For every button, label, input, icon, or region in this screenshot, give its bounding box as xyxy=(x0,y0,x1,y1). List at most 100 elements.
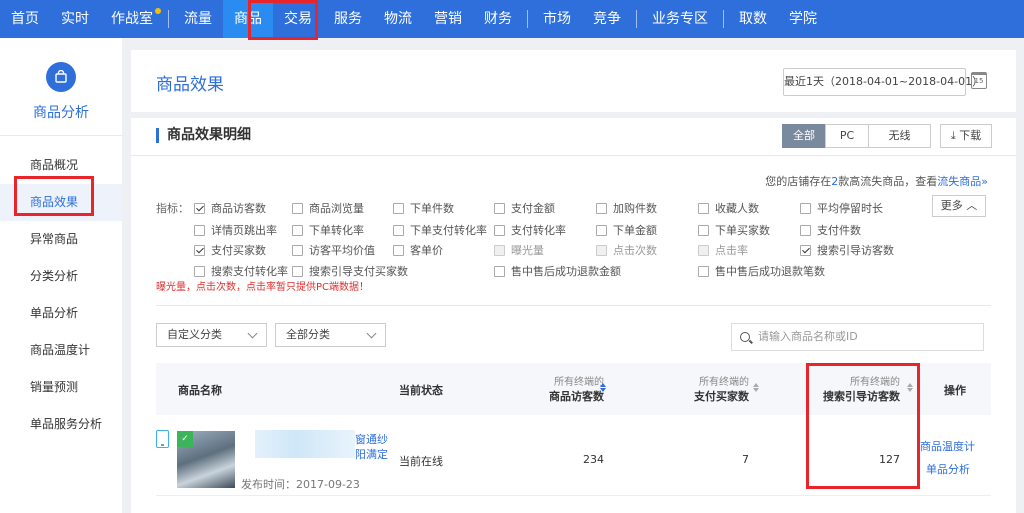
more-button[interactable]: 更多 ︿ xyxy=(932,195,986,217)
nav-item-business-zone[interactable]: 业务专区 xyxy=(641,0,719,38)
single-analysis-link[interactable]: 单品分析 xyxy=(926,461,970,477)
notice-middle: 款高流失商品，查看 xyxy=(838,175,938,188)
product-title-link[interactable]: 窗通纱 xyxy=(355,431,388,447)
nav-item-realtime[interactable]: 实时 xyxy=(50,0,100,38)
metric-checkbox[interactable]: 商品浏览量 xyxy=(292,200,364,216)
nav-divider xyxy=(723,10,724,28)
visitors-cell: 234 xyxy=(583,453,604,466)
metric-checkbox[interactable]: 售中售后成功退款笔数 xyxy=(698,263,825,279)
metric-checkbox[interactable]: 下单支付转化率 xyxy=(393,222,487,238)
custom-category-select[interactable]: 自定义分类 xyxy=(156,323,267,347)
sidebar-item-forecast[interactable]: 销量预测 xyxy=(0,369,122,406)
header-search-visitors[interactable]: 所有终端的 搜索引导访客数 xyxy=(823,373,900,404)
metric-checkbox[interactable]: 搜索引导支付买家数 xyxy=(292,263,408,279)
metric-checkbox[interactable]: 售中售后成功退款金额 xyxy=(494,263,621,279)
header-sub: 所有终端的 xyxy=(554,377,604,388)
thermometer-link[interactable]: 商品温度计 xyxy=(920,438,975,454)
product-search-input[interactable]: 请输入商品名称或ID xyxy=(731,323,984,351)
metric-label: 商品浏览量 xyxy=(309,202,364,215)
product-title-link[interactable]: 阳满定 xyxy=(355,446,388,462)
sort-icon[interactable] xyxy=(600,383,606,392)
sidebar-item-category[interactable]: 分类分析 xyxy=(0,258,122,295)
checkbox-icon xyxy=(393,202,404,214)
tab-wireless[interactable]: 无线 xyxy=(868,124,931,148)
metric-checkbox[interactable]: 下单件数 xyxy=(393,200,454,216)
nav-item-academy[interactable]: 学院 xyxy=(778,0,828,38)
checkbox-icon xyxy=(194,265,205,277)
checkbox-icon xyxy=(194,224,205,236)
nav-item-trade[interactable]: 交易 xyxy=(273,0,323,38)
nav-item-products[interactable]: 商品 xyxy=(223,0,273,38)
nav-divider xyxy=(168,10,169,28)
metric-checkbox[interactable]: 详情页跳出率 xyxy=(194,222,277,238)
sidebar-item-service[interactable]: 单品服务分析 xyxy=(0,406,122,443)
checkbox-icon xyxy=(494,265,505,277)
nav-item-label: 作战室 xyxy=(111,11,153,27)
mobile-icon xyxy=(156,430,169,448)
header-visitors[interactable]: 所有终端的 商品访客数 xyxy=(549,373,604,404)
nav-item-home[interactable]: 首页 xyxy=(0,0,50,38)
nav-item-service[interactable]: 服务 xyxy=(323,0,373,38)
checkbox-checked-icon xyxy=(194,244,205,256)
metric-label: 支付买家数 xyxy=(211,244,266,257)
metric-checkbox[interactable]: 搜索支付转化率 xyxy=(194,263,288,279)
metric-checkbox[interactable]: 支付金额 xyxy=(494,200,555,216)
header-buyers[interactable]: 所有终端的 支付买家数 xyxy=(694,373,749,404)
sidebar-item-overview[interactable]: 商品概况 xyxy=(0,147,122,184)
checkbox-icon xyxy=(393,224,404,236)
header-product-name: 商品名称 xyxy=(178,384,222,397)
sort-icon[interactable] xyxy=(907,383,913,392)
metric-checkbox[interactable]: 搜索引导访客数 xyxy=(800,242,894,258)
metric-checkbox[interactable]: 支付买家数 xyxy=(194,242,266,258)
checkbox-icon xyxy=(596,244,607,256)
metric-checkbox[interactable]: 访客平均价值 xyxy=(292,242,375,258)
sidebar-item-abnormal[interactable]: 异常商品 xyxy=(0,221,122,258)
sidebar-item-effect[interactable]: 商品效果 xyxy=(0,184,122,221)
status-cell: 当前在线 xyxy=(399,455,443,468)
sidebar-item-thermometer[interactable]: 商品温度计 xyxy=(0,332,122,369)
metric-label: 客单价 xyxy=(410,244,443,257)
metric-label: 售中售后成功退款笔数 xyxy=(715,265,825,278)
more-label: 更多 xyxy=(940,199,963,212)
all-category-select[interactable]: 全部分类 xyxy=(275,323,386,347)
tab-pc[interactable]: PC xyxy=(825,124,869,148)
checkbox-checked-icon xyxy=(800,244,811,256)
sort-icon[interactable] xyxy=(753,383,759,392)
download-button[interactable]: ⤓ 下载 xyxy=(940,124,992,148)
checkbox-icon xyxy=(698,244,709,256)
metrics-warning: 曝光量，点击次数，点击率暂只提供PC端数据！ xyxy=(156,282,370,293)
nav-item-logistics[interactable]: 物流 xyxy=(373,0,423,38)
nav-item-market[interactable]: 市场 xyxy=(532,0,582,38)
metric-checkbox[interactable]: 下单金额 xyxy=(596,222,657,238)
metric-checkbox[interactable]: 收藏人数 xyxy=(698,200,759,216)
calendar-icon[interactable]: 15 xyxy=(971,72,987,89)
metric-checkbox[interactable]: 商品访客数 xyxy=(194,200,266,216)
date-range-button[interactable]: 最近1天（2018-04-01~2018-04-01） xyxy=(783,68,983,96)
nav-item-data-fetch[interactable]: 取数 xyxy=(728,0,778,38)
blurred-title xyxy=(255,430,355,458)
nav-item-marketing[interactable]: 营销 xyxy=(423,0,473,38)
metric-checkbox[interactable]: 下单转化率 xyxy=(292,222,364,238)
divider xyxy=(156,305,991,306)
notification-dot-icon xyxy=(155,8,161,14)
metric-label: 访客平均价值 xyxy=(309,244,375,257)
nav-item-finance[interactable]: 财务 xyxy=(473,0,523,38)
sidebar-item-single[interactable]: 单品分析 xyxy=(0,295,122,332)
header-sub: 所有终端的 xyxy=(850,377,900,388)
lost-products-link[interactable]: 流失商品» xyxy=(937,175,988,188)
table-row: ✓ 窗通纱 阳满定 发布时间：2017-09-23 当前在线 234 7 127… xyxy=(156,416,991,496)
nav-item-traffic[interactable]: 流量 xyxy=(173,0,223,38)
metric-checkbox[interactable]: 平均停留时长 xyxy=(800,200,883,216)
metric-checkbox[interactable]: 支付转化率 xyxy=(494,222,566,238)
tab-all[interactable]: 全部 xyxy=(782,124,826,148)
metric-label: 支付件数 xyxy=(817,224,861,237)
nav-item-competition[interactable]: 竞争 xyxy=(582,0,632,38)
metric-checkbox[interactable]: 支付件数 xyxy=(800,222,861,238)
metric-label: 详情页跳出率 xyxy=(211,224,277,237)
metric-checkbox[interactable]: 加购件数 xyxy=(596,200,657,216)
metric-label: 支付金额 xyxy=(511,202,555,215)
metric-checkbox[interactable]: 下单买家数 xyxy=(698,222,770,238)
checkbox-icon xyxy=(292,265,303,277)
nav-item-war-room[interactable]: 作战室 xyxy=(100,0,164,38)
metric-checkbox[interactable]: 客单价 xyxy=(393,242,443,258)
